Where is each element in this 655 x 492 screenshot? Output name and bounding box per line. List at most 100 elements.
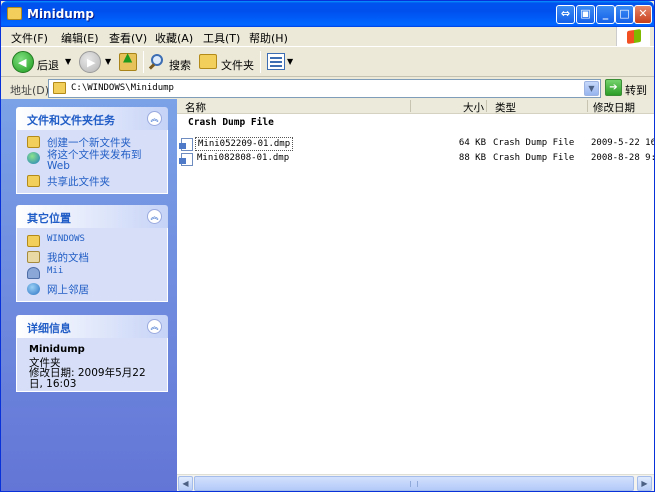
forward-button[interactable]: ▶ xyxy=(79,51,101,73)
menu-bar: 文件(F) 编辑(E) 查看(V) 收藏(A) 工具(T) 帮助(H) xyxy=(1,27,654,47)
address-label: 地址(D) xyxy=(10,84,50,97)
other-places-panel: 其它位置 ︽ WINDOWS 我的文档 Mii 网上邻居 xyxy=(16,205,168,302)
back-label[interactable]: 后退 xyxy=(37,57,59,73)
menu-favorites[interactable]: 收藏(A) xyxy=(155,30,193,46)
windows-flag-icon xyxy=(627,29,641,44)
up-folder-icon[interactable] xyxy=(119,50,137,71)
column-modified[interactable]: 修改日期 xyxy=(593,100,635,114)
scroll-thumb[interactable] xyxy=(194,476,634,491)
file-tasks-panel: 文件和文件夹任务 ︽ 创建一个新文件夹 将这个文件夹发布到 Web 共享此文件夹 xyxy=(16,107,168,194)
folders-label[interactable]: 文件夹 xyxy=(221,57,254,73)
minimize-button[interactable]: _ xyxy=(596,5,615,24)
task-share-folder[interactable]: 共享此文件夹 xyxy=(47,174,110,189)
network-icon xyxy=(27,283,40,295)
address-input[interactable]: C:\WINDOWS\Minidump ▼ xyxy=(48,79,601,98)
file-size: 64 KB xyxy=(458,138,486,148)
scroll-left-icon[interactable]: ◀ xyxy=(178,476,193,491)
column-divider[interactable] xyxy=(587,100,588,112)
scroll-right-icon[interactable]: ▶ xyxy=(637,476,652,491)
file-size: 88 KB xyxy=(458,153,486,163)
menu-tools[interactable]: 工具(T) xyxy=(203,30,240,46)
file-modified: 2008-8-28 9: xyxy=(591,153,654,163)
group-header: Crash Dump File xyxy=(188,117,274,128)
folder-icon xyxy=(53,82,66,94)
maximize-button[interactable]: □ xyxy=(615,5,634,24)
folder-icon xyxy=(7,7,22,20)
panel-body: 创建一个新文件夹 将这个文件夹发布到 Web 共享此文件夹 xyxy=(16,130,168,194)
go-button[interactable]: 转到 xyxy=(625,82,647,98)
place-mii[interactable]: Mii xyxy=(47,266,63,276)
collapse-icon[interactable]: ︽ xyxy=(147,111,162,126)
window-title: Minidump xyxy=(27,7,94,21)
column-name[interactable]: 名称 xyxy=(185,100,206,114)
panel-title: 文件和文件夹任务 xyxy=(27,114,115,127)
collapse-icon[interactable]: ︽ xyxy=(147,209,162,224)
title-bar[interactable]: Minidump ⇔ ▣ _ □ ✕ xyxy=(1,1,654,27)
details-modified: 修改日期: 2009年5月22日, 16:03 xyxy=(29,367,146,390)
search-label[interactable]: 搜索 xyxy=(169,57,191,73)
menu-view[interactable]: 查看(V) xyxy=(109,30,147,46)
close-button[interactable]: ✕ xyxy=(634,5,652,24)
back-button[interactable]: ◀ xyxy=(12,51,34,73)
forward-arrow-icon: ▶ xyxy=(87,56,96,69)
file-type: Crash Dump File xyxy=(493,138,575,148)
globe-icon xyxy=(27,152,40,164)
column-size[interactable]: 大小 xyxy=(463,100,484,114)
details-panel: 详细信息 ︽ Minidump 文件夹 修改日期: 2009年5月22日, 16… xyxy=(16,315,168,392)
toolbar: ◀ 后退 ▼ ▶ ▼ 搜索 文件夹 ▼ xyxy=(1,47,654,77)
forward-dropdown-icon[interactable]: ▼ xyxy=(105,57,111,66)
views-icon[interactable] xyxy=(267,53,285,70)
column-divider[interactable] xyxy=(410,100,411,112)
back-dropdown-icon[interactable]: ▼ xyxy=(65,57,71,66)
folders-icon[interactable] xyxy=(199,54,217,69)
file-type: Crash Dump File xyxy=(493,153,575,163)
file-row[interactable]: Mini052209-01.dmp 64 KB Crash Dump File … xyxy=(177,137,654,152)
place-my-documents[interactable]: 我的文档 xyxy=(47,250,89,265)
file-row[interactable]: Mini082808-01.dmp 88 KB Crash Dump File … xyxy=(177,152,654,167)
extra-icon[interactable]: ⇔ xyxy=(556,5,575,24)
folder-icon xyxy=(27,235,40,247)
menu-file[interactable]: 文件(F) xyxy=(11,30,48,46)
dump-file-icon xyxy=(179,138,193,151)
panel-header[interactable]: 详细信息 ︽ xyxy=(16,315,168,338)
toolbar-separator xyxy=(260,51,261,73)
panel-body: WINDOWS 我的文档 Mii 网上邻居 xyxy=(16,228,168,302)
windows-logo xyxy=(616,27,650,46)
horizontal-scrollbar[interactable]: ◀ ▶ xyxy=(177,474,654,491)
column-header: 名称 大小 类型 修改日期 xyxy=(177,99,654,114)
file-name[interactable]: Mini052209-01.dmp xyxy=(195,137,294,151)
place-windows[interactable]: WINDOWS xyxy=(47,234,85,244)
panel-body: Minidump 文件夹 修改日期: 2009年5月22日, 16:03 xyxy=(16,338,168,392)
column-divider[interactable] xyxy=(486,100,487,112)
task-publish-web[interactable]: 将这个文件夹发布到 Web xyxy=(47,150,157,172)
explorer-window: Minidump ⇔ ▣ _ □ ✕ 文件(F) 编辑(E) 查看(V) 收藏(… xyxy=(0,0,655,492)
file-list[interactable]: 名称 大小 类型 修改日期 Crash Dump File Mini052209… xyxy=(177,99,654,491)
search-icon[interactable] xyxy=(148,53,167,71)
place-network[interactable]: 网上邻居 xyxy=(47,282,89,297)
panel-title: 其它位置 xyxy=(27,212,71,225)
address-value[interactable]: C:\WINDOWS\Minidump xyxy=(71,83,174,93)
panel-header[interactable]: 其它位置 ︽ xyxy=(16,205,168,228)
chevron-down-icon[interactable]: ▼ xyxy=(584,81,599,96)
documents-icon xyxy=(27,251,40,263)
user-icon xyxy=(27,267,40,279)
views-dropdown-icon[interactable]: ▼ xyxy=(287,57,293,66)
task-pane: 文件和文件夹任务 ︽ 创建一个新文件夹 将这个文件夹发布到 Web 共享此文件夹… xyxy=(1,99,177,491)
dump-file-icon xyxy=(179,153,193,166)
panel-title: 详细信息 xyxy=(27,322,71,335)
panel-header[interactable]: 文件和文件夹任务 ︽ xyxy=(16,107,168,130)
new-folder-icon xyxy=(27,136,40,148)
file-name[interactable]: Mini082808-01.dmp xyxy=(195,152,291,164)
grip-icon xyxy=(410,481,418,487)
share-icon xyxy=(27,175,40,187)
toolbar-separator xyxy=(143,51,144,73)
file-modified: 2009-5-22 16 xyxy=(591,138,654,148)
column-type[interactable]: 类型 xyxy=(495,100,516,114)
back-arrow-icon: ◀ xyxy=(18,56,27,69)
task-new-folder[interactable]: 创建一个新文件夹 xyxy=(47,135,131,150)
menu-edit[interactable]: 编辑(E) xyxy=(61,30,99,46)
go-arrow-icon[interactable]: ➔ xyxy=(605,79,622,96)
collapse-icon[interactable]: ︽ xyxy=(147,319,162,334)
restore-icon[interactable]: ▣ xyxy=(576,5,595,24)
menu-help[interactable]: 帮助(H) xyxy=(249,30,288,46)
